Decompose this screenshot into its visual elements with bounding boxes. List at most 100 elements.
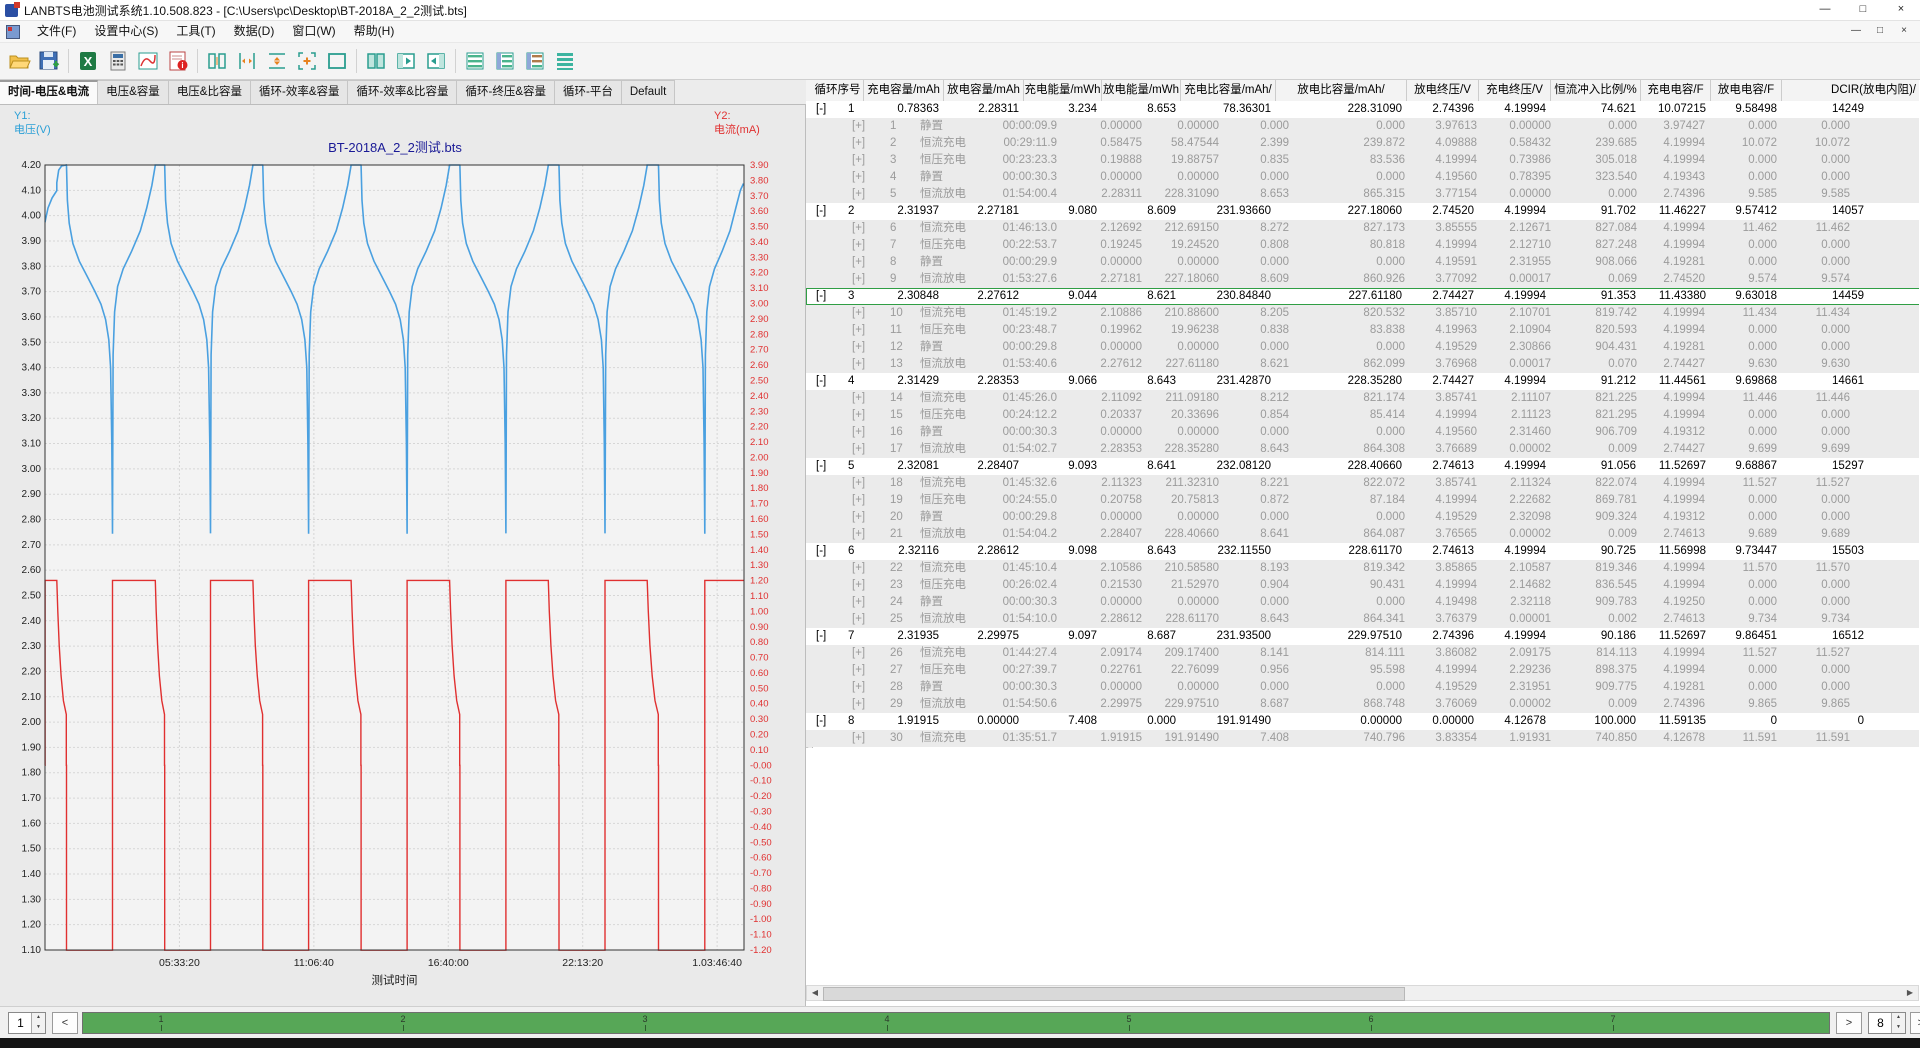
menu-item-T[interactable]: 工具(T) <box>167 24 224 38</box>
save-icon[interactable] <box>34 46 64 76</box>
cycle-row[interactable]: [-]22.319372.271819.0808.609231.93660227… <box>806 203 1919 220</box>
step-row[interactable]: [+]6恒流充电01:46:13.02.12692212.691508.2728… <box>806 220 1919 237</box>
cycle-row[interactable]: [-]42.314292.283539.0668.643231.42870228… <box>806 373 1919 390</box>
step-row[interactable]: [+]16静置00:00:30.30.000000.000000.0000.00… <box>806 424 1919 441</box>
step-row[interactable]: [+]2恒流充电00:29:11.90.5847558.475442.39923… <box>806 135 1919 152</box>
mdi-minimize-button[interactable]: — <box>1844 21 1868 42</box>
step-row[interactable]: [+]25恒流放电01:54:10.02.28612228.611708.643… <box>806 611 1919 628</box>
step-row[interactable]: [+]20静置00:00:29.80.000000.000000.0000.00… <box>806 509 1919 526</box>
cycle-row[interactable]: [-]81.919150.000007.4080.000191.914900.0… <box>806 713 1919 730</box>
report-icon[interactable]: i <box>163 46 193 76</box>
zoom-restore-icon[interactable] <box>292 46 322 76</box>
step-row[interactable]: [+]17恒流放电01:54:02.72.28353228.352808.643… <box>806 441 1919 458</box>
step-row[interactable]: [+]29恒流放电01:54:50.62.29975229.975108.687… <box>806 696 1919 713</box>
fit-vertical-icon[interactable] <box>262 46 292 76</box>
step-row[interactable]: [+]23恒压充电00:26:02.40.2153021.529700.9049… <box>806 577 1919 594</box>
step-row[interactable]: [+]14恒流充电01:45:26.02.11092211.091808.212… <box>806 390 1919 407</box>
panel-left-icon[interactable] <box>391 46 421 76</box>
panel-right-icon[interactable] <box>421 46 451 76</box>
scroll-right-arrow[interactable]: ▶ <box>1902 986 1918 1000</box>
step-row[interactable]: [+]9恒流放电01:53:27.62.27181227.180608.6098… <box>806 271 1919 288</box>
curve-editor-icon[interactable] <box>133 46 163 76</box>
column-header-8[interactable]: 充电终压/V <box>1479 80 1551 101</box>
step-row[interactable]: [+]27恒压充电00:27:39.70.2276122.760990.9569… <box>806 662 1919 679</box>
step-row[interactable]: [+]3恒压充电00:23:23.30.1988819.887570.83583… <box>806 152 1919 169</box>
column-header-2[interactable]: 放电容量/mAh <box>944 80 1024 101</box>
tab-6[interactable]: 循环-平台 <box>555 80 622 104</box>
spin-up-icon[interactable]: ▲ <box>1892 1013 1905 1023</box>
step-row[interactable]: [+]18恒流充电01:45:32.62.11323211.323108.221… <box>806 475 1919 492</box>
step-row[interactable]: [+]26恒流充电01:44:27.42.09174209.174008.141… <box>806 645 1919 662</box>
tab-3[interactable]: 循环-效率&容量 <box>251 80 349 104</box>
step-row[interactable]: [+]1静置00:00:09.90.000000.000000.0000.000… <box>806 118 1919 135</box>
next-page-button[interactable]: > <box>1836 1012 1862 1034</box>
step-row[interactable]: [+]24静置00:00:30.30.000000.000000.0000.00… <box>806 594 1919 611</box>
calculator-icon[interactable] <box>103 46 133 76</box>
page-start-spinner[interactable]: 1 ▲▼ <box>8 1012 46 1034</box>
minimize-button[interactable]: — <box>1806 0 1844 20</box>
menu-item-S[interactable]: 设置中心(S) <box>85 24 167 38</box>
spin-down-icon[interactable]: ▼ <box>1892 1023 1905 1033</box>
scrollbar-thumb[interactable] <box>823 987 1405 1001</box>
column-header-1[interactable]: 充电容量/mAh <box>864 80 944 101</box>
pager-progress-track[interactable]: 1234567 <box>82 1012 1830 1034</box>
column-header-5[interactable]: 充电比容量/mAh/ <box>1181 80 1276 101</box>
step-row[interactable]: [+]5恒流放电01:54:00.42.28311228.310908.6538… <box>806 186 1919 203</box>
table-view2-icon[interactable] <box>490 46 520 76</box>
cycle-row[interactable]: [-]10.783632.283113.2348.65378.36301228.… <box>806 101 1919 118</box>
step-row[interactable]: [+]12静置00:00:29.80.000000.000000.0000.00… <box>806 339 1919 356</box>
cycle-row[interactable]: [-]62.321162.286129.0988.643232.11550228… <box>806 543 1919 560</box>
tab-7[interactable]: Default <box>622 80 675 104</box>
split-vertical-icon[interactable] <box>202 46 232 76</box>
menu-item-H[interactable]: 帮助(H) <box>345 24 404 38</box>
menu-item-W[interactable]: 窗口(W) <box>283 24 344 38</box>
table-view4-icon[interactable] <box>550 46 580 76</box>
step-row[interactable]: [+]19恒压充电00:24:55.00.2075820.758130.8728… <box>806 492 1919 509</box>
full-view-icon[interactable] <box>322 46 352 76</box>
column-header-12[interactable]: DCIR(放电内阻)/ <box>1782 80 1919 101</box>
step-row[interactable]: [+]28静置00:00:30.30.000000.000000.0000.00… <box>806 679 1919 696</box>
table-view1-icon[interactable] <box>460 46 490 76</box>
column-header-10[interactable]: 充电电容/F <box>1641 80 1711 101</box>
last-page-button[interactable]: >> <box>1910 1012 1920 1034</box>
column-header-4[interactable]: 放电能量/mWh <box>1102 80 1181 101</box>
scroll-left-arrow[interactable]: ◀ <box>807 986 823 1000</box>
step-row[interactable]: [+]7恒压充电00:22:53.70.1924519.245200.80880… <box>806 237 1919 254</box>
two-panel-icon[interactable] <box>361 46 391 76</box>
step-row[interactable]: [+]22恒流充电01:45:10.42.10586210.585808.193… <box>806 560 1919 577</box>
spin-down-icon[interactable]: ▼ <box>32 1023 45 1033</box>
table-view3-icon[interactable] <box>520 46 550 76</box>
step-row[interactable]: [+]13恒流放电01:53:40.62.27612227.611808.621… <box>806 356 1919 373</box>
step-row[interactable]: [+]21恒流放电01:54:04.22.28407228.406608.641… <box>806 526 1919 543</box>
close-button[interactable]: × <box>1882 0 1920 20</box>
cycle-row[interactable]: [-]72.319352.299759.0978.687231.93500229… <box>806 628 1919 645</box>
chart-plot[interactable]: 4.204.104.003.903.803.703.603.503.403.30… <box>0 104 806 1006</box>
step-row[interactable]: [+]4静置00:00:30.30.000000.000000.0000.000… <box>806 169 1919 186</box>
step-row[interactable]: [+]10恒流充电01:45:19.22.10886210.886008.205… <box>806 305 1919 322</box>
cycle-row[interactable]: [-]52.320812.284079.0938.641232.08120228… <box>806 458 1919 475</box>
spin-up-icon[interactable]: ▲ <box>32 1013 45 1023</box>
cycle-row[interactable]: [-]32.308482.276129.0448.621230.84840227… <box>806 288 1919 305</box>
tab-0[interactable]: 时间-电压&电流 <box>0 80 98 104</box>
maximize-button[interactable]: □ <box>1844 0 1882 20</box>
page-end-spinner[interactable]: 8 ▲▼ <box>1868 1012 1906 1034</box>
tab-5[interactable]: 循环-终压&容量 <box>457 80 555 104</box>
open-file-icon[interactable] <box>4 46 34 76</box>
menu-item-D[interactable]: 数据(D) <box>225 24 284 38</box>
tab-1[interactable]: 电压&容量 <box>98 80 169 104</box>
step-row[interactable]: [+]30恒流充电01:35:51.71.91915191.914907.408… <box>806 730 1919 747</box>
prev-page-button[interactable]: < <box>52 1012 78 1034</box>
column-header-11[interactable]: 放电电容/F <box>1711 80 1782 101</box>
mdi-close-button[interactable]: × <box>1892 21 1916 42</box>
mdi-restore-button[interactable]: □ <box>1868 21 1892 42</box>
step-row[interactable]: [+]11恒压充电00:23:48.70.1996219.962380.8388… <box>806 322 1919 339</box>
column-header-6[interactable]: 放电比容量/mAh/ <box>1276 80 1407 101</box>
step-row[interactable]: [+]15恒压充电00:24:12.20.2033720.336960.8548… <box>806 407 1919 424</box>
column-header-7[interactable]: 放电终压/V <box>1407 80 1479 101</box>
column-header-0[interactable]: 循环序号 <box>812 80 864 101</box>
step-row[interactable]: [+]8静置00:00:29.90.000000.000000.0000.000… <box>806 254 1919 271</box>
column-header-3[interactable]: 充电能量/mWh <box>1024 80 1102 101</box>
fit-horizontal-icon[interactable] <box>232 46 262 76</box>
tab-4[interactable]: 循环-效率&比容量 <box>348 80 457 104</box>
tab-2[interactable]: 电压&比容量 <box>169 80 251 104</box>
